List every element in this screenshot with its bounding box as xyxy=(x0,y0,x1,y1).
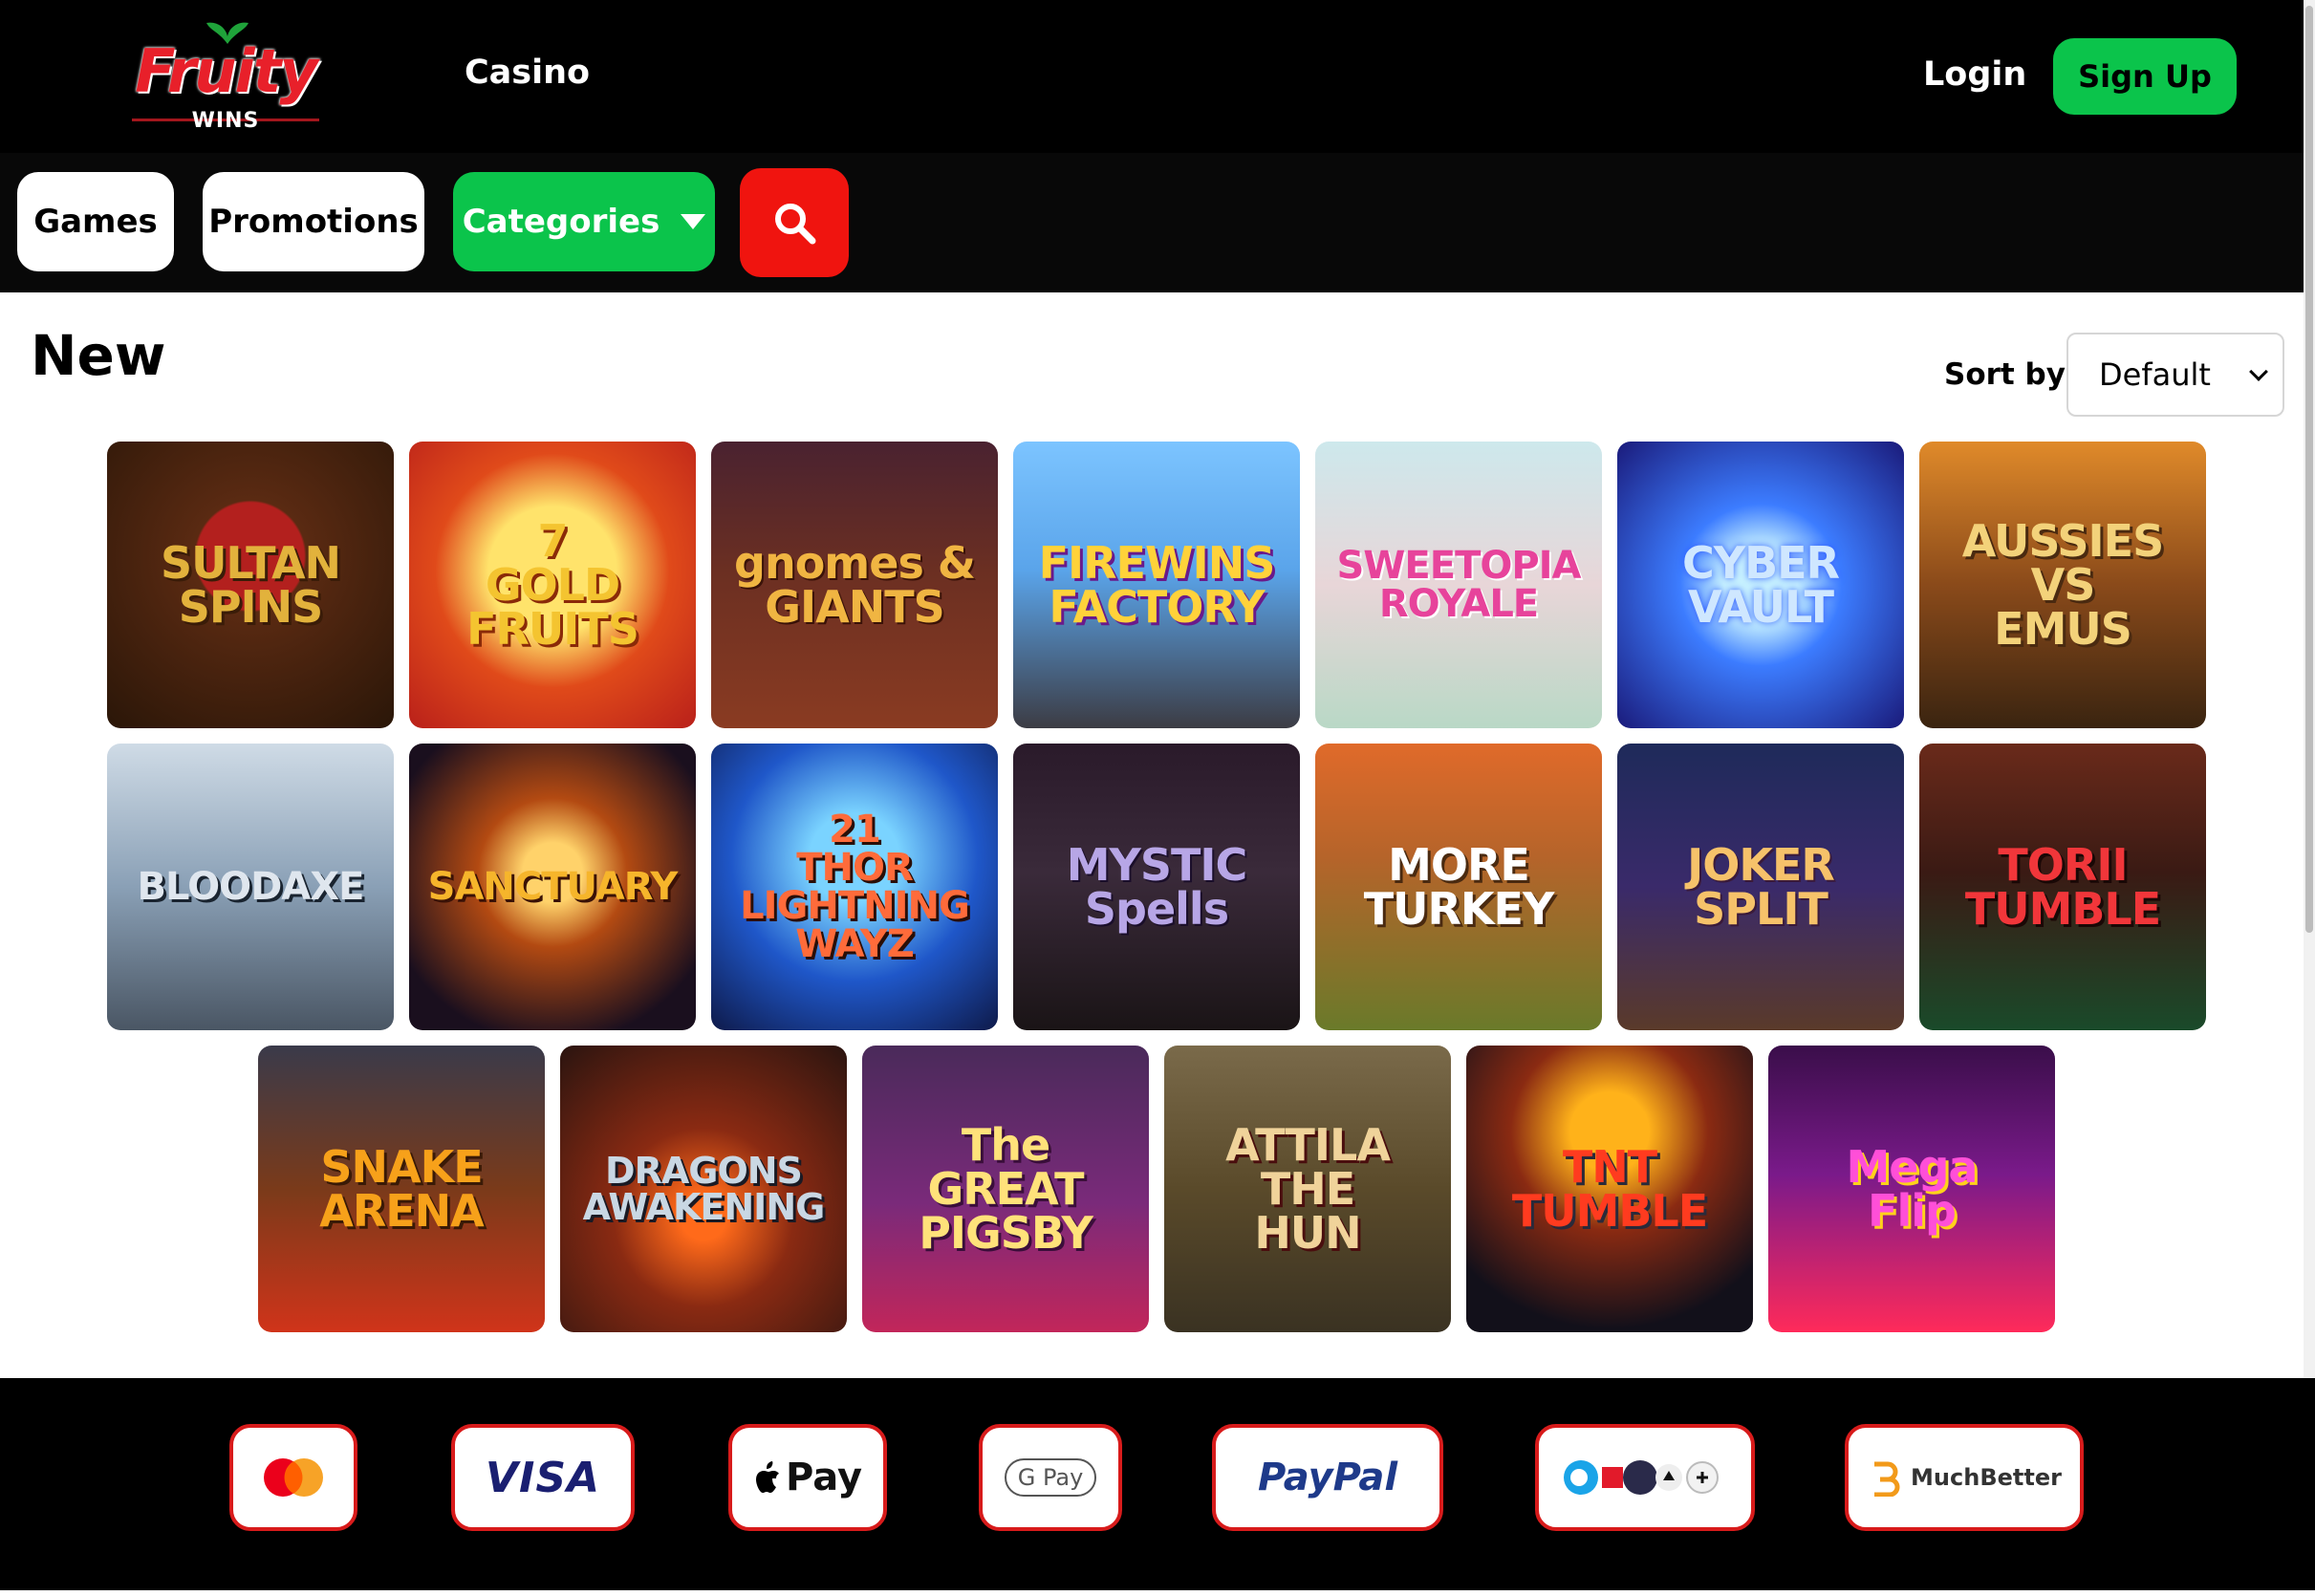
caret-down-icon xyxy=(681,214,706,229)
game-title: SANCTUARY xyxy=(427,865,679,909)
muchbetter-icon xyxy=(1874,1461,1900,1497)
game-title: 7 GOLD FRUITS xyxy=(466,515,639,655)
game-tile[interactable]: SANCTUARY xyxy=(409,744,696,1030)
game-title: ATTILA THE HUN xyxy=(1225,1119,1391,1259)
game-title: FIREWINS FACTORY xyxy=(1038,537,1276,633)
game-tile[interactable]: SULTAN SPINS xyxy=(107,442,394,728)
payment-googlepay: G Pay xyxy=(979,1424,1122,1531)
site-logo[interactable]: Fruity WINS xyxy=(120,17,331,136)
game-tile[interactable]: ATTILA THE HUN xyxy=(1164,1046,1451,1332)
game-tile[interactable]: SWEETOPIA ROYALE xyxy=(1315,442,1602,728)
muchbetter-label: MuchBetter xyxy=(1911,1464,2062,1491)
sort-value: Default xyxy=(2099,356,2211,393)
game-tile[interactable]: 7 GOLD FRUITS xyxy=(409,442,696,728)
game-tile[interactable]: gnomes & GIANTS xyxy=(711,442,998,728)
payment-muchbetter: MuchBetter xyxy=(1845,1424,2084,1531)
game-title: MYSTIC Spells xyxy=(1066,839,1247,935)
signup-button[interactable]: Sign Up xyxy=(2053,38,2237,115)
payment-applepay: Pay xyxy=(728,1424,887,1531)
payment-more-methods xyxy=(1535,1424,1755,1531)
sort-label: Sort by: xyxy=(1944,357,2078,392)
game-title: 21 THOR LIGHTNING WAYZ xyxy=(740,808,970,966)
chevron-down-icon xyxy=(2249,362,2268,381)
promotions-button[interactable]: Promotions xyxy=(203,172,424,271)
game-tile[interactable]: 21 THOR LIGHTNING WAYZ xyxy=(711,744,998,1030)
game-title: AUSSIES VS EMUS xyxy=(1961,515,2164,655)
game-tile[interactable]: The GREAT PIGSBY xyxy=(862,1046,1149,1332)
categories-dropdown[interactable]: Categories xyxy=(453,172,715,271)
page-title: New xyxy=(31,323,166,388)
applepay-label: Pay xyxy=(785,1456,863,1499)
game-title: DRAGONS AWAKENING xyxy=(582,1150,826,1228)
game-title: gnomes & GIANTS xyxy=(734,537,976,633)
payment-visa: VISA xyxy=(451,1424,635,1531)
game-tile[interactable]: BLOODAXE xyxy=(107,744,394,1030)
game-tile[interactable]: DRAGONS AWAKENING xyxy=(560,1046,847,1332)
nav-casino-link[interactable]: Casino xyxy=(465,54,590,92)
payment-paypal: PayPal xyxy=(1212,1424,1443,1531)
game-tile[interactable]: AUSSIES VS EMUS xyxy=(1919,442,2206,728)
game-tile[interactable]: MYSTIC Spells xyxy=(1013,744,1300,1030)
game-title: TNT TUMBLE xyxy=(1511,1141,1708,1237)
game-title: SNAKE ARENA xyxy=(319,1141,485,1237)
game-tile[interactable]: CYBER VAULT xyxy=(1617,442,1904,728)
categories-label: Categories xyxy=(462,203,660,241)
game-title: SWEETOPIA ROYALE xyxy=(1336,544,1581,626)
logo-wordmark: Fruity xyxy=(135,36,318,106)
game-tile[interactable]: JOKER SPLIT xyxy=(1617,744,1904,1030)
game-tile[interactable]: TORII TUMBLE xyxy=(1919,744,2206,1030)
search-button[interactable] xyxy=(740,168,849,277)
payment-methods-icon xyxy=(1564,1460,1719,1495)
gpay-label: G Pay xyxy=(1017,1464,1084,1491)
game-title: MORE TURKEY xyxy=(1363,839,1555,935)
paypal-logo: PayPal xyxy=(1257,1456,1398,1499)
footer-bottom-strip xyxy=(0,1590,2315,1596)
game-title: JOKER SPLIT xyxy=(1687,839,1835,935)
game-title: BLOODAXE xyxy=(137,865,365,909)
game-title: Mega Flip xyxy=(1846,1141,1979,1237)
apple-icon xyxy=(755,1461,779,1493)
scrollbar-thumb[interactable] xyxy=(2305,6,2313,933)
sort-select[interactable]: Default xyxy=(2066,333,2284,417)
game-title: SULTAN SPINS xyxy=(160,537,341,633)
game-title: TORII TUMBLE xyxy=(1964,839,2161,935)
visa-logo: VISA xyxy=(485,1453,601,1502)
games-button[interactable]: Games xyxy=(17,172,174,271)
gpay-badge: G Pay xyxy=(1004,1458,1097,1497)
game-title: CYBER VAULT xyxy=(1682,537,1840,633)
game-tile[interactable]: SNAKE ARENA xyxy=(258,1046,545,1332)
game-title: The GREAT PIGSBY xyxy=(919,1119,1093,1259)
game-tile[interactable]: Mega Flip xyxy=(1768,1046,2055,1332)
search-icon xyxy=(775,204,816,245)
game-tile[interactable]: MORE TURKEY xyxy=(1315,744,1602,1030)
logo-subtext: WINS xyxy=(191,109,260,133)
game-tile[interactable]: TNT TUMBLE xyxy=(1466,1046,1753,1332)
login-link[interactable]: Login xyxy=(1923,55,2026,94)
game-tile[interactable]: FIREWINS FACTORY xyxy=(1013,442,1300,728)
payment-mastercard xyxy=(229,1424,357,1531)
mastercard-icon xyxy=(264,1458,323,1497)
